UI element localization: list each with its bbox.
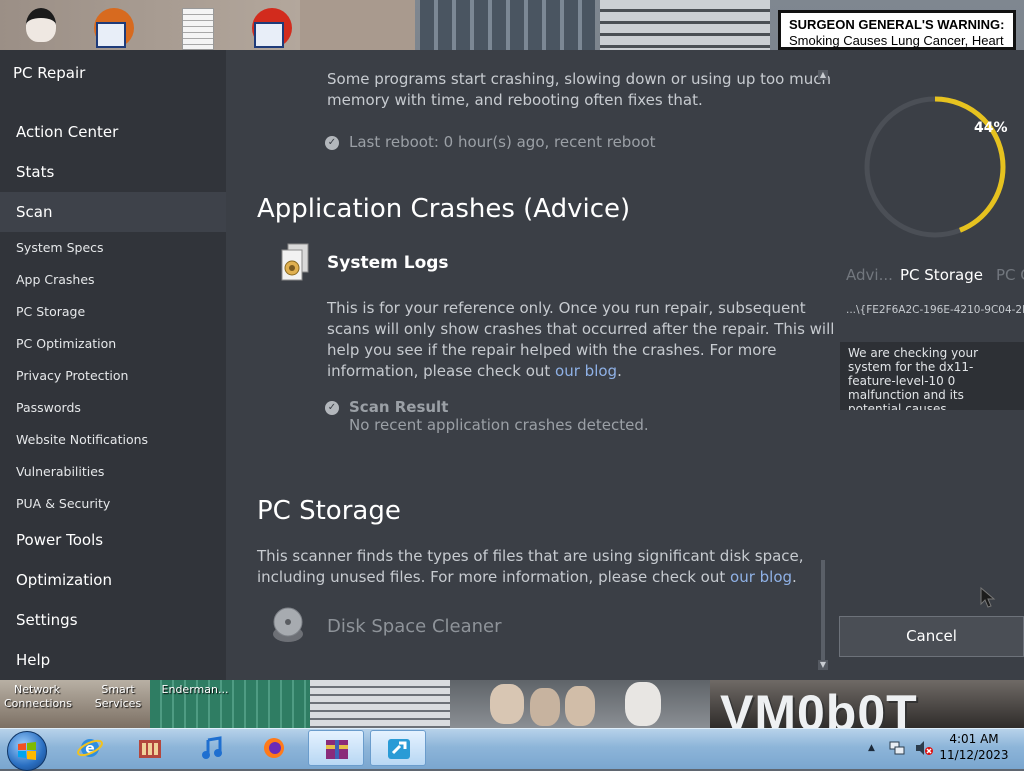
firefox-taskbar-button[interactable] <box>246 730 302 766</box>
background-building <box>420 0 595 50</box>
app-title: PC Repair <box>13 64 86 82</box>
sidebar-item-website-notifications[interactable]: Website Notifications <box>0 424 226 456</box>
sidebar-item-vulnerabilities[interactable]: Vulnerabilities <box>0 456 226 488</box>
background-figures <box>450 680 710 728</box>
sidebar-item-app-crashes[interactable]: App Crashes <box>0 264 226 296</box>
scan-results-content: Some programs start crashing, slowing do… <box>226 50 838 680</box>
sidebar-item-optimization[interactable]: Optimization <box>0 560 226 600</box>
stage-previous: Advi... <box>846 266 893 284</box>
firefox-icon <box>264 738 284 758</box>
system-logs-title: System Logs <box>327 253 449 273</box>
scrollbar-thumb[interactable] <box>821 560 825 660</box>
volume-muted-icon[interactable] <box>914 739 934 757</box>
internet-explorer-icon: e <box>77 739 103 757</box>
progress-percent: 44% <box>974 120 1008 136</box>
network-connections-label[interactable]: Network Connections <box>4 683 72 711</box>
storage-text-line: This scanner finds the types of files th… <box>257 547 804 565</box>
scroll-up-icon[interactable]: ▲ <box>818 70 828 80</box>
check-icon: ✓ <box>325 401 339 415</box>
desktop-avatar-icon[interactable] <box>20 6 64 48</box>
scan-status-message: We are checking your system for the dx11… <box>840 342 1024 410</box>
pc-repair-icon <box>388 739 410 759</box>
smart-services-label[interactable]: Smart Services <box>92 683 144 711</box>
pc-repair-taskbar-button[interactable] <box>370 730 426 766</box>
progress-ring <box>864 96 1006 238</box>
winrar-taskbar-button[interactable] <box>308 730 364 766</box>
scan-path: ...\{FE2F6A2C-196E-4210-9C04-2B <box>846 304 1024 316</box>
storage-text-post: . <box>792 568 797 586</box>
sidebar-item-scan[interactable]: Scan <box>0 192 226 232</box>
start-button[interactable] <box>7 731 47 771</box>
storage-text-line: including unused files. For more informa… <box>257 567 797 588</box>
storage-text-pre: including unused files. For more informa… <box>257 568 731 586</box>
library-taskbar-button[interactable] <box>122 730 178 766</box>
winrar-icon <box>326 740 348 759</box>
taskbar: e ▲ <box>0 728 1024 771</box>
surgeon-general-warning: SURGEON GENERAL'S WARNING: Smoking Cause… <box>778 10 1016 50</box>
section-title-application-crashes: Application Crashes (Advice) <box>257 194 631 224</box>
half-life-shortcut-icon[interactable] <box>92 6 136 48</box>
sidebar-item-power-tools[interactable]: Power Tools <box>0 520 226 560</box>
scan-result-label: Scan Result <box>349 398 449 416</box>
warning-text: Smoking Causes Lung Cancer, Heart Diseas… <box>789 33 1004 48</box>
sidebar-item-pc-storage[interactable]: PC Storage <box>0 296 226 328</box>
logs-text-line: This is for your reference only. Once yo… <box>327 299 806 317</box>
vmobot-logo-text: VM0b0T <box>720 685 918 728</box>
enderman-label[interactable]: Enderman... <box>160 683 230 697</box>
cancel-button[interactable]: Cancel <box>839 616 1024 657</box>
scan-progress-panel: 44% Advi... PC Storage PC O ...\{FE2F6A2… <box>838 50 1024 680</box>
sidebar-item-action-center[interactable]: Action Center <box>0 112 226 152</box>
section-title-pc-storage: PC Storage <box>257 496 401 526</box>
app-shortcut-icon[interactable] <box>250 6 294 48</box>
windows-logo-icon <box>18 742 36 760</box>
scan-result-text: No recent application crashes detected. <box>349 416 649 434</box>
sidebar-item-passwords[interactable]: Passwords <box>0 392 226 424</box>
stage-next: PC O <box>996 266 1024 284</box>
our-blog-link[interactable]: our blog <box>555 362 617 380</box>
background-building <box>310 680 450 728</box>
scroll-down-icon[interactable]: ▼ <box>818 660 828 670</box>
logs-text-line: information, please check out our blog. <box>327 361 622 382</box>
logs-text-post: . <box>617 362 622 380</box>
content-scrollbar[interactable]: ▲ ▼ <box>818 70 828 672</box>
intro-text-line: memory with time, and rebooting often fi… <box>327 91 703 109</box>
network-icon[interactable] <box>888 739 906 757</box>
last-reboot-text: Last reboot: 0 hour(s) ago, recent reboo… <box>349 133 656 151</box>
sidebar: PC Repair Action Center Stats Scan Syste… <box>0 50 226 680</box>
mouse-cursor-icon <box>980 586 996 609</box>
clock-date[interactable]: 11/12/2023 <box>934 748 1014 762</box>
sidebar-item-help[interactable]: Help <box>0 640 226 680</box>
sidebar-item-settings[interactable]: Settings <box>0 600 226 640</box>
check-icon: ✓ <box>325 136 339 150</box>
sidebar-item-pc-optimization[interactable]: PC Optimization <box>0 328 226 360</box>
sidebar-item-pua-security[interactable]: PUA & Security <box>0 488 226 520</box>
background-building <box>600 0 770 50</box>
desktop-lower-area: Network Connections Smart Services Ender… <box>0 680 1024 728</box>
music-note-icon <box>202 736 222 759</box>
internet-explorer-taskbar-button[interactable]: e <box>62 730 118 766</box>
logs-text-line: scans will only show crashes that occurr… <box>327 320 835 338</box>
pc-repair-window: PC Repair Action Center Stats Scan Syste… <box>0 50 1024 680</box>
stage-current: PC Storage <box>900 266 983 284</box>
sidebar-item-system-specs[interactable]: System Specs <box>0 232 226 264</box>
disk-space-cleaner-title: Disk Space Cleaner <box>327 616 502 637</box>
logs-text-pre: information, please check out <box>327 362 556 380</box>
itunes-taskbar-button[interactable] <box>184 730 240 766</box>
background-building <box>300 0 415 50</box>
clock-time[interactable]: 4:01 AM <box>934 732 1014 746</box>
intro-text-line: Some programs start crashing, slowing do… <box>327 70 831 88</box>
show-hidden-icons-icon[interactable]: ▲ <box>868 743 875 753</box>
system-logs-icon <box>278 242 312 284</box>
sidebar-item-privacy-protection[interactable]: Privacy Protection <box>0 360 226 392</box>
document-icon[interactable] <box>178 6 222 50</box>
sidebar-item-stats[interactable]: Stats <box>0 152 226 192</box>
our-blog-link[interactable]: our blog <box>730 568 792 586</box>
disk-icon <box>272 604 304 644</box>
warning-bold-text: SURGEON GENERAL'S WARNING: <box>789 17 1005 32</box>
library-icon <box>139 740 161 758</box>
logs-text-line: help you see if the repair helped with t… <box>327 341 777 359</box>
